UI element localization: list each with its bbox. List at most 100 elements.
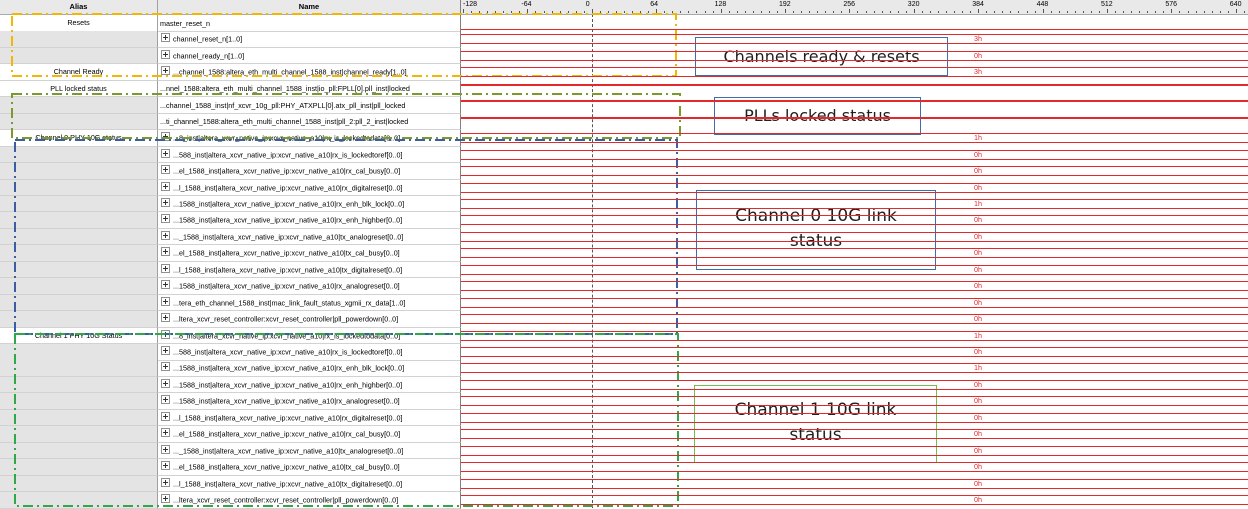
expand-plus-icon[interactable] <box>161 230 170 240</box>
signal-name[interactable]: ..._1588_inst|altera_xcvr_native_ip:xcvr… <box>158 228 461 246</box>
signal-row[interactable]: ...ti_channel_1588:altera_eth_multi_chan… <box>0 113 461 131</box>
signal-name[interactable]: ...ltera_xcvr_reset_controller:xcvr_rese… <box>158 492 461 509</box>
signal-waveform[interactable]: 0h <box>461 147 1248 163</box>
expand-plus-icon[interactable] <box>161 197 170 207</box>
signal-waveform[interactable]: 0h <box>461 443 1248 459</box>
signal-name[interactable]: ...8_inst|altera_xcvr_native_ip:xcvr_nat… <box>158 327 461 345</box>
signal-row[interactable]: ..._1588_inst|altera_xcvr_native_ip:xcvr… <box>0 228 461 246</box>
expand-plus-icon[interactable] <box>161 66 170 76</box>
signal-row[interactable]: Resets master_reset_n <box>0 15 461 32</box>
expand-plus-icon[interactable] <box>161 280 170 290</box>
expand-plus-icon[interactable] <box>161 313 170 323</box>
expand-plus-icon[interactable] <box>161 362 170 372</box>
signal-name[interactable]: ...el_1588_inst|altera_xcvr_native_ip:xc… <box>158 163 461 180</box>
signal-row[interactable]: ...el_1588_inst|altera_xcvr_native_ip:xc… <box>0 163 461 180</box>
signal-row[interactable]: Channel 0 PHY 10G status ...8_inst|altera… <box>0 130 461 147</box>
signal-waveform[interactable] <box>461 81 1248 97</box>
signal-alias[interactable] <box>0 97 158 114</box>
signal-alias[interactable]: Channel Ready <box>0 64 158 81</box>
signal-name[interactable]: ...1588_inst|altera_xcvr_native_ip:xcvr_… <box>158 376 461 394</box>
signal-waveform[interactable]: 0h <box>461 311 1248 327</box>
signal-alias[interactable] <box>0 31 158 48</box>
signal-alias[interactable] <box>0 261 158 279</box>
signal-name[interactable]: ...588_inst|altera_xcvr_native_ip:xcvr_n… <box>158 344 461 361</box>
signal-alias[interactable] <box>0 360 158 377</box>
signal-alias[interactable]: Channel 0 PHY 10G status <box>0 130 158 147</box>
signal-name[interactable]: ...1588_inst|altera_xcvr_native_ip:xcvr_… <box>158 278 461 295</box>
expand-plus-icon[interactable] <box>161 477 170 487</box>
expand-plus-icon[interactable] <box>161 132 170 142</box>
signal-waveform[interactable]: 0h <box>461 377 1248 393</box>
signal-waveform[interactable]: 0h <box>461 295 1248 311</box>
signal-waveform[interactable]: 0h <box>461 245 1248 261</box>
signal-waveform[interactable]: 1h <box>461 328 1248 344</box>
signal-row[interactable]: ...tera_eth_channel_1588_inst|mac_link_f… <box>0 294 461 312</box>
signal-alias[interactable] <box>0 47 158 65</box>
signal-waveform[interactable]: 3h <box>461 64 1248 80</box>
expand-plus-icon[interactable] <box>161 33 170 43</box>
expand-plus-icon[interactable] <box>161 346 170 355</box>
signal-waveform[interactable]: 1h <box>461 130 1248 146</box>
signal-waveform[interactable]: 0h <box>461 492 1248 508</box>
signal-waveform[interactable] <box>461 114 1248 130</box>
signal-name[interactable]: master_reset_n <box>158 15 461 32</box>
signal-alias[interactable] <box>0 113 158 131</box>
signal-waveform[interactable]: 0h <box>461 344 1248 360</box>
expand-plus-icon[interactable] <box>161 461 170 471</box>
signal-row[interactable]: ...channel_1588_inst|nf_xcvr_10g_pll:PHY… <box>0 97 461 114</box>
signal-row[interactable]: ...1588_inst|altera_xcvr_native_ip:xcvr_… <box>0 278 461 295</box>
signal-alias[interactable] <box>0 442 158 460</box>
signal-waveform[interactable]: 0h <box>461 426 1248 442</box>
signal-row[interactable]: ...1588_inst|altera_xcvr_native_ip:xcvr_… <box>0 376 461 394</box>
signal-row[interactable]: ...1588_inst|altera_xcvr_native_ip:xcvr_… <box>0 393 461 410</box>
name-column-header[interactable]: Name <box>158 0 461 15</box>
expand-plus-icon[interactable] <box>161 148 170 158</box>
signal-row[interactable]: channel_ready_n[1..0] <box>0 47 461 65</box>
signal-alias[interactable] <box>0 212 158 229</box>
signal-name[interactable]: ...l_1588_inst|altera_xcvr_native_ip:xcv… <box>158 475 461 493</box>
signal-waveform[interactable] <box>461 97 1248 113</box>
signal-row[interactable]: ...l_1588_inst|altera_xcvr_native_ip:xcv… <box>0 179 461 196</box>
expand-plus-icon[interactable] <box>161 165 170 175</box>
signal-waveform[interactable]: 0h <box>461 410 1248 426</box>
expand-plus-icon[interactable] <box>161 214 170 224</box>
expand-plus-icon[interactable] <box>161 444 170 454</box>
signal-name[interactable]: ...1588_inst|altera_xcvr_native_ip:xcvr_… <box>158 360 461 377</box>
signal-alias[interactable] <box>0 294 158 312</box>
signal-name[interactable]: ...el_1588_inst|altera_xcvr_native_ip:xc… <box>158 426 461 443</box>
signal-waveform[interactable]: 0h <box>461 476 1248 492</box>
expand-plus-icon[interactable] <box>161 49 170 59</box>
signal-row[interactable]: ...el_1588_inst|altera_xcvr_native_ip:xc… <box>0 245 461 262</box>
signal-row[interactable]: ...l_1588_inst|altera_xcvr_native_ip:xcv… <box>0 409 461 427</box>
signal-row[interactable]: ...el_1588_inst|altera_xcvr_native_ip:xc… <box>0 426 461 443</box>
signal-name[interactable]: ...l_1588_inst|altera_xcvr_native_ip:xcv… <box>158 261 461 279</box>
signal-row[interactable]: ...l_1588_inst|altera_xcvr_native_ip:xcv… <box>0 475 461 493</box>
signal-name[interactable]: channel_ready_n[1..0] <box>158 47 461 65</box>
expand-plus-icon[interactable] <box>161 296 170 306</box>
signal-alias[interactable] <box>0 475 158 493</box>
signal-alias[interactable] <box>0 376 158 394</box>
signal-name[interactable]: ...nnel_1588:altera_eth_multi_channel_15… <box>158 80 461 98</box>
expand-plus-icon[interactable] <box>161 494 170 504</box>
signal-alias[interactable] <box>0 278 158 295</box>
signal-row[interactable]: ...1588_inst|altera_xcvr_native_ip:xcvr_… <box>0 212 461 229</box>
signal-waveform[interactable]: 0h <box>461 212 1248 228</box>
signal-waveform[interactable]: 0h <box>461 459 1248 475</box>
signal-waveform[interactable]: 1h <box>461 196 1248 212</box>
signal-name[interactable]: ...588_inst|altera_xcvr_native_ip:xcvr_n… <box>158 146 461 164</box>
signal-name[interactable]: ...8_inst|altera_xcvr_native_ip:xcvr_nat… <box>158 130 461 147</box>
signal-alias[interactable] <box>0 228 158 246</box>
signal-waveform[interactable]: 0h <box>461 48 1248 64</box>
signal-alias[interactable]: PLL locked status <box>0 80 158 98</box>
signal-name[interactable]: ...channel_1588:altera_eth_multi_channel… <box>158 64 461 81</box>
signal-name[interactable]: ...1588_inst|altera_xcvr_native_ip:xcvr_… <box>158 393 461 410</box>
expand-plus-icon[interactable] <box>161 263 170 273</box>
signal-waveform[interactable]: 0h <box>461 163 1248 179</box>
signal-waveform[interactable]: 0h <box>461 393 1248 409</box>
signal-name[interactable]: ...el_1588_inst|altera_xcvr_native_ip:xc… <box>158 245 461 262</box>
signal-alias[interactable] <box>0 163 158 180</box>
expand-plus-icon[interactable] <box>161 378 170 388</box>
signal-alias[interactable] <box>0 393 158 410</box>
time-axis-header[interactable]: -128 -64 0 64 128 192 256 320 384 448 512 576 640 <box>461 0 1248 15</box>
signal-row[interactable]: PLL locked status ...nnel_1588:altera_eth… <box>0 80 461 98</box>
